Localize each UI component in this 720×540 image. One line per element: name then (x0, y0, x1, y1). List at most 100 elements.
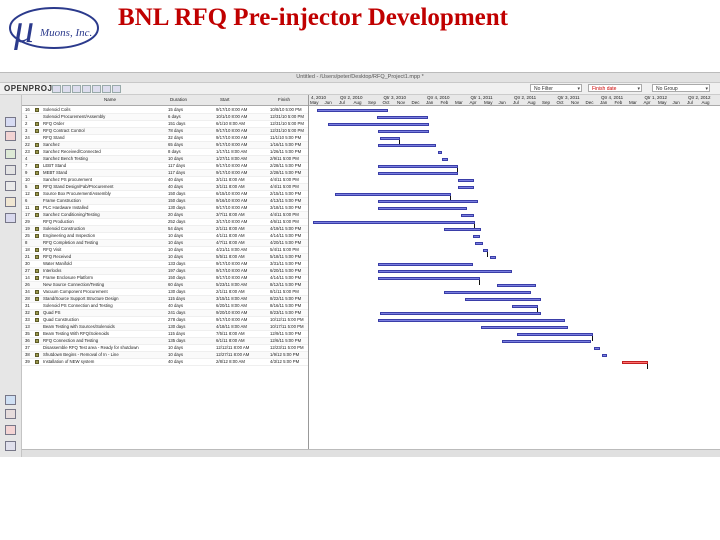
task-row[interactable]: 23 Sanchez Received/Connected 8 days 1/17/1… (22, 149, 308, 156)
gantt-view-icon[interactable] (5, 117, 16, 127)
task-bar[interactable] (378, 262, 473, 266)
column-duration[interactable]: Duration (170, 97, 187, 102)
task-row[interactable]: 30 Water Manifold 133 days 9/17/10 8:00 AM 3… (22, 261, 308, 268)
report-view-icon[interactable] (5, 197, 16, 207)
task-row[interactable]: 33 Quad Construction 278 days 9/17/10 8:00 … (22, 317, 308, 324)
task-bar[interactable] (378, 143, 437, 147)
task-row[interactable]: 14 Frame Enclosure Platform 150 days 9/17/1… (22, 275, 308, 282)
task-bar[interactable] (379, 136, 400, 140)
task-row[interactable]: 5 RFQ Stand Design/Fab/Procurement 40 days… (22, 184, 308, 191)
task-bar[interactable] (379, 311, 541, 315)
task-bar[interactable] (317, 108, 389, 112)
task-row[interactable]: 24 RFQ Stand 32 days 9/17/10 8:00 AM 11/1/10… (22, 135, 308, 142)
task-usage-icon[interactable] (5, 213, 16, 223)
task-row[interactable]: 10 Sanchez PS procurement 40 days 3/1/11 8:… (22, 177, 308, 184)
sort-select[interactable]: Finish date ▾ (588, 84, 642, 92)
task-bar[interactable] (437, 150, 443, 154)
task-row[interactable]: 19 Solenoid Construction 54 days 2/1/11 8:0… (22, 226, 308, 233)
task-bar[interactable] (443, 227, 482, 231)
network-view-icon[interactable] (5, 131, 16, 141)
task-bar[interactable] (313, 220, 476, 224)
rbs-view-icon[interactable] (5, 181, 16, 191)
group-select[interactable]: No Group ▾ (652, 84, 710, 92)
task-usage-detail-icon[interactable] (5, 425, 16, 435)
task-row[interactable]: 17 Sanchez Conditioning/Testing 20 days 3/7… (22, 212, 308, 219)
task-bar[interactable] (378, 199, 479, 203)
charts-icon[interactable] (5, 409, 16, 419)
column-name[interactable]: Name (104, 97, 116, 102)
task-row[interactable]: 9 MEBT Stand 117 days 9/17/10 8:00 AM 2/28/1… (22, 170, 308, 177)
task-row[interactable]: 26 New Source Connection/Testing 60 days 5/… (22, 282, 308, 289)
task-bar[interactable] (378, 276, 480, 280)
task-row[interactable]: 38 Shutdown Begins - Removal of In - Line… (22, 352, 308, 359)
task-bar[interactable] (511, 304, 538, 308)
task-row[interactable]: 34 Vacuum Component Procurement 130 days 2/… (22, 289, 308, 296)
task-bar[interactable] (334, 192, 451, 196)
task-row[interactable]: 7 LEBT Stand 117 days 9/17/10 8:00 AM 2/28/1… (22, 163, 308, 170)
column-start[interactable]: Start (220, 97, 230, 102)
task-row[interactable]: 4 Sanchez Bench Testing 10 days 1/27/11 8:0… (22, 156, 308, 163)
task-bar[interactable] (378, 206, 467, 210)
horizontal-scrollbar[interactable] (22, 449, 720, 457)
redo-button[interactable] (102, 85, 111, 93)
save-button[interactable] (72, 85, 81, 93)
task-bar[interactable] (594, 346, 601, 350)
task-row[interactable]: 36 RFQ Connection and Testing 135 days 6/1/… (22, 338, 308, 345)
task-bar[interactable] (378, 164, 458, 168)
task-row[interactable]: 25 Engineering and Inspection 10 days 4/1/1… (22, 233, 308, 240)
histogram-icon[interactable] (5, 395, 16, 405)
task-bar[interactable] (475, 241, 483, 245)
task-bar[interactable] (458, 185, 474, 189)
new-project-button[interactable] (52, 85, 61, 93)
task-row[interactable]: 35 Beam Testing With RFQ/Solenoids 115 day… (22, 331, 308, 338)
task-bar[interactable] (481, 325, 569, 329)
task-row[interactable]: 18 RFQ Visit 10 days 4/21/11 8:00 AM 5/4/11 … (22, 247, 308, 254)
task-row[interactable]: 13 Beam Testing with Sources/Solenoids 130… (22, 324, 308, 331)
task-row[interactable]: 3 RFQ Contract Control 78 days 9/17/10 8:00… (22, 128, 308, 135)
resource-usage-icon[interactable] (5, 441, 16, 451)
task-bar[interactable] (376, 115, 428, 119)
task-row[interactable]: 21 RFQ Received 10 days 5/5/11 8:00 AM 5/18/… (22, 254, 308, 261)
task-bar[interactable] (517, 332, 593, 336)
column-finish[interactable]: Finish (278, 97, 290, 102)
task-row[interactable]: 2 RFQ Order 151 days 6/1/10 8:00 AM 12/31/10… (22, 121, 308, 128)
task-row[interactable]: 11 PLC Hardware Installed 130 days 9/17/10 … (22, 205, 308, 212)
task-bar[interactable] (442, 157, 448, 161)
filter-select[interactable]: No Filter ▾ (530, 84, 582, 92)
wbs-view-icon[interactable] (5, 165, 16, 175)
task-bar[interactable] (501, 339, 592, 343)
task-bar[interactable] (621, 360, 648, 364)
task-bar[interactable] (465, 297, 541, 301)
task-row[interactable]: 8 RFQ Completion and Testing 10 days 4/7/11… (22, 240, 308, 247)
task-row[interactable]: 1 Solenoid Procurement/Assembly 6 days 10/1… (22, 114, 308, 121)
task-id: 39 (25, 359, 30, 364)
task-row[interactable]: 22 Sanchez 65 days 9/17/10 8:00 AM 1/16/11 5… (22, 142, 308, 149)
task-bar[interactable] (378, 171, 458, 175)
link-tasks-button[interactable] (112, 85, 121, 93)
undo-button[interactable] (92, 85, 101, 93)
task-bar[interactable] (601, 353, 608, 357)
task-row[interactable]: 32 Quad PS 241 days 9/20/10 8:00 AM 8/23/11 … (22, 310, 308, 317)
task-bar[interactable] (497, 283, 537, 287)
task-row[interactable]: 12 Source Box Procurement/Assembly 150 day… (22, 191, 308, 198)
task-bar[interactable] (458, 178, 474, 182)
task-bar[interactable] (378, 318, 566, 322)
task-row[interactable]: 37 Disassemble RFQ Test area - Ready for … (22, 345, 308, 352)
task-row[interactable]: 27 Interlocks 197 days 9/17/10 8:00 AM 6/20/… (22, 268, 308, 275)
task-bar[interactable] (378, 129, 429, 133)
task-row[interactable]: 29 RFQ Production 252 days 3/17/10 8:00 AM 4… (22, 219, 308, 226)
print-button[interactable] (82, 85, 91, 93)
task-row[interactable]: 39 Installation of NEW system 40 days 2/8/1… (22, 359, 308, 366)
task-bar[interactable] (460, 213, 474, 217)
task-row[interactable]: 28 Stand/Source Support Structure Design 1… (22, 296, 308, 303)
task-bar[interactable] (378, 269, 512, 273)
task-bar[interactable] (327, 122, 429, 126)
task-row[interactable]: 6 Frame Construction 150 days 9/16/10 8:00 … (22, 198, 308, 205)
task-bar[interactable] (472, 234, 480, 238)
task-bar[interactable] (443, 290, 531, 294)
resources-view-icon[interactable] (5, 149, 16, 159)
task-row[interactable]: 31 Solenoid PS Connection and Testing 40 d… (22, 303, 308, 310)
task-row[interactable]: 16 Solenoid Coils 15 days 9/17/10 8:00 AM 10… (22, 107, 308, 114)
open-project-button[interactable] (62, 85, 71, 93)
task-bar[interactable] (489, 255, 496, 259)
